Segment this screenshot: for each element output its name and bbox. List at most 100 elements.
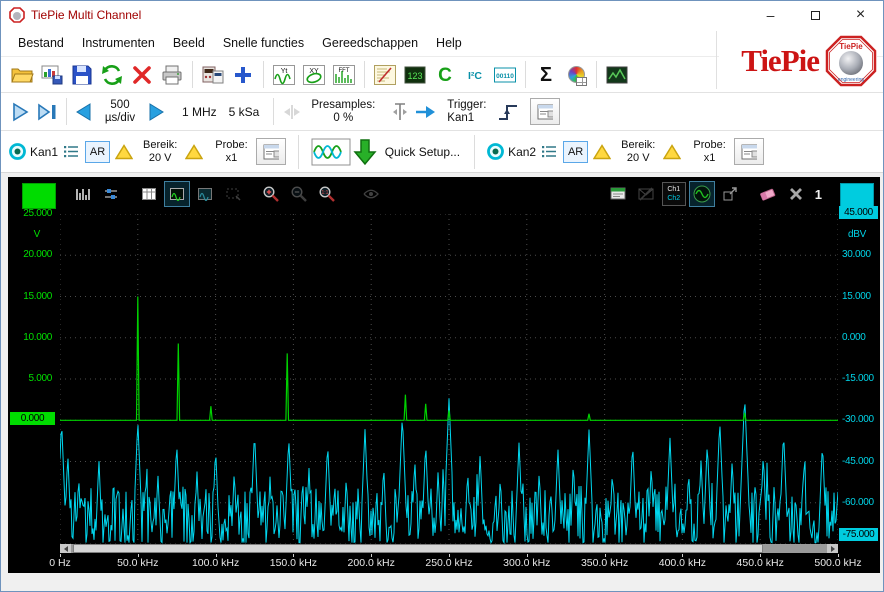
quick-setup-button[interactable]: Quick Setup...: [383, 145, 462, 159]
timebase-increase-button[interactable]: [146, 102, 168, 122]
trigger-position-icon: [389, 101, 411, 123]
i2c-analyzer-button[interactable]: I²C: [460, 60, 490, 90]
scroll-left-button[interactable]: [60, 544, 71, 553]
refresh-button[interactable]: [97, 60, 127, 90]
eye-icon: [362, 185, 380, 203]
scrollbar-track[interactable]: [71, 544, 827, 553]
presamples-display[interactable]: Presamples: 0 %: [311, 99, 375, 125]
right-axis[interactable]: 45.00030.00015.0000.000-15.000-30.000-45…: [838, 177, 880, 573]
envelope-off-button[interactable]: [633, 181, 659, 207]
select-region-button[interactable]: [220, 181, 246, 207]
table-view-button[interactable]: [136, 181, 162, 207]
delete-button[interactable]: [127, 60, 157, 90]
channel2-autorange-button[interactable]: AR: [563, 141, 588, 163]
app-icon: [9, 7, 25, 23]
scope-theme-button[interactable]: [602, 60, 632, 90]
oneshot-button[interactable]: [33, 101, 61, 123]
sum-channel-button[interactable]: Σ: [531, 60, 561, 90]
channel1-range-display[interactable]: Bereik: 20 V: [143, 139, 177, 165]
graph-view-button[interactable]: [164, 181, 190, 207]
start-button[interactable]: [7, 101, 33, 123]
channel2-probe-display[interactable]: Probe: x1: [693, 139, 725, 165]
fft-view-button[interactable]: FFT: [329, 60, 359, 90]
maximize-icon: [811, 11, 820, 20]
menu-snelle-functies[interactable]: Snelle functies: [214, 32, 313, 54]
binary-display-button[interactable]: 00110: [490, 60, 520, 90]
x-axis-tick-label: 0 Hz: [49, 557, 71, 569]
erase-button[interactable]: [755, 181, 781, 207]
channel2-name[interactable]: Kan2: [508, 145, 536, 159]
menu-help[interactable]: Help: [427, 32, 471, 54]
horizontal-scrollbar[interactable]: [60, 544, 838, 553]
channel1-autorange-button[interactable]: AR: [85, 141, 110, 163]
timebase-display[interactable]: 500 µs/div: [94, 99, 146, 125]
zoom-in-button[interactable]: [258, 181, 284, 207]
channel-labels-button[interactable]: Ch1Ch2: [661, 181, 687, 207]
scope-theme-icon: [605, 63, 629, 87]
channel1-settings-button[interactable]: [256, 138, 286, 165]
clear-button[interactable]: [783, 181, 809, 207]
graph-alt-view-button[interactable]: [192, 181, 218, 207]
left-axis-zero-label: 0.000: [10, 412, 55, 425]
channel1-led-icon: [9, 143, 26, 160]
menu-gereedschappen[interactable]: Gereedschappen: [313, 32, 427, 54]
xy-view-button[interactable]: XY: [299, 60, 329, 90]
comb-display-button[interactable]: [70, 181, 96, 207]
trigger-edge-button[interactable]: [494, 100, 522, 124]
graph-toolbar-right: Ch1Ch2 1: [605, 179, 822, 209]
menu-instrumenten[interactable]: Instrumenten: [73, 32, 164, 54]
trigger-move-button[interactable]: [411, 102, 439, 122]
right-axis-tick-label: -30.000: [842, 414, 874, 425]
channel2-range-value: 20 V: [621, 152, 655, 165]
scrollbar-thumb[interactable]: [73, 544, 763, 553]
timebase-decrease-button[interactable]: [72, 102, 94, 122]
comb-icon: [74, 185, 92, 203]
scroll-right-button[interactable]: [827, 544, 838, 553]
menu-bestand[interactable]: Bestand: [9, 32, 73, 54]
open-button[interactable]: [7, 60, 37, 90]
xy-graph-icon: XY: [302, 63, 326, 87]
zoom-out-button[interactable]: [286, 181, 312, 207]
save-button[interactable]: [67, 60, 97, 90]
signal-wave-button[interactable]: [689, 181, 715, 207]
i2c-icon: I²C: [463, 63, 487, 87]
trigger-display[interactable]: Trigger: Kan1: [447, 99, 486, 125]
display-settings-button[interactable]: [98, 181, 124, 207]
connect-test-button[interactable]: [605, 181, 631, 207]
print-button[interactable]: [157, 60, 187, 90]
channel2-range-display[interactable]: Bereik: 20 V: [621, 139, 655, 165]
visibility-button[interactable]: [358, 181, 384, 207]
instrument-manager-button[interactable]: [198, 60, 228, 90]
export-image-icon: [40, 63, 64, 87]
capacity-meter-button[interactable]: C: [430, 60, 460, 90]
channel1-range-value: 20 V: [143, 152, 177, 165]
zoom-reset-button[interactable]: 1:1: [314, 181, 340, 207]
window-title: TiePie Multi Channel: [31, 8, 748, 22]
add-instrument-button[interactable]: [228, 60, 258, 90]
export-graph-button[interactable]: [717, 181, 743, 207]
channel2-settings-button[interactable]: [734, 138, 764, 165]
maximize-button[interactable]: [793, 2, 838, 29]
channel1-name[interactable]: Kan1: [30, 145, 58, 159]
channel1-probe-display[interactable]: Probe: x1: [215, 139, 247, 165]
meter-view-button[interactable]: [370, 60, 400, 90]
svg-text:engineering: engineering: [838, 77, 864, 83]
export-image-button[interactable]: [37, 60, 67, 90]
close-button[interactable]: ×: [838, 2, 883, 29]
channel2-menu-icon[interactable]: [542, 145, 557, 158]
left-axis-tick-label: 20.000: [23, 249, 52, 260]
settings-wheel-button[interactable]: [561, 60, 591, 90]
menu-beeld[interactable]: Beeld: [164, 32, 214, 54]
minimize-button[interactable]: –: [748, 2, 793, 29]
plot[interactable]: [60, 214, 838, 544]
plus-icon: [231, 63, 255, 87]
trigger-settings-button[interactable]: [530, 98, 560, 125]
rising-edge-icon: [496, 100, 520, 124]
yt-view-button[interactable]: Yt: [269, 60, 299, 90]
x-axis-tick-label: 350.0 kHz: [581, 557, 628, 569]
green-wave-icon: [692, 184, 712, 204]
left-axis[interactable]: 25.00020.00015.00010.0005.000V0.000: [8, 177, 58, 573]
channel1-menu-icon[interactable]: [64, 145, 79, 158]
numeric-display-button[interactable]: 123: [400, 60, 430, 90]
play-pause-icon: [35, 101, 59, 123]
